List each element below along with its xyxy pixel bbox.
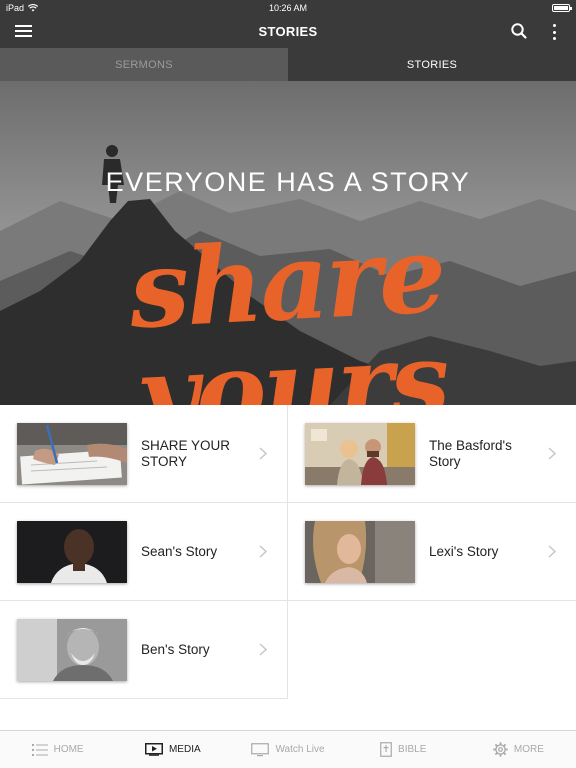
lexi-portrait-thumbnail xyxy=(305,521,415,583)
bible-icon xyxy=(380,742,392,757)
status-time: 10:26 AM xyxy=(268,3,308,13)
search-icon[interactable] xyxy=(510,22,528,40)
chevron-right-icon xyxy=(548,545,556,558)
list-item-label: The Basford's Story xyxy=(429,438,512,469)
writing-hand-thumbnail xyxy=(17,423,127,485)
list-item-lexis-story[interactable]: Lexi's Story xyxy=(288,503,576,601)
chevron-right-icon xyxy=(548,447,556,460)
list-item-label: Sean's Story xyxy=(141,544,218,559)
navigation-bar: STORIES xyxy=(0,16,576,48)
page-title: STORIES xyxy=(258,24,318,39)
chevron-right-icon xyxy=(259,447,267,460)
chevron-right-icon xyxy=(259,545,267,558)
tab-more[interactable]: MORE xyxy=(461,731,576,768)
battery-icon xyxy=(552,4,572,12)
status-bar: iPad 10:26 AM xyxy=(0,0,576,16)
list-item-label: Lexi's Story xyxy=(429,544,499,559)
bottom-tab-bar: HOME MEDIA Watch Live BIBLE MORE xyxy=(0,730,576,768)
media-icon xyxy=(144,743,163,756)
tab-stories[interactable]: STORIES xyxy=(288,48,576,81)
tab-bible-label: BIBLE xyxy=(398,744,427,755)
list-item-label: Ben's Story xyxy=(141,642,210,657)
tab-media-label: MEDIA xyxy=(168,744,201,755)
couple-thumbnail xyxy=(305,423,415,485)
chevron-right-icon xyxy=(259,643,267,656)
gear-icon xyxy=(493,742,508,757)
tab-watch-live[interactable]: Watch Live xyxy=(230,731,345,768)
list-icon xyxy=(31,743,48,756)
tab-more-label: MORE xyxy=(513,744,544,755)
tab-bible[interactable]: BIBLE xyxy=(346,731,461,768)
segment-tabs: SERMONS STORIES xyxy=(0,48,576,81)
ben-portrait-thumbnail xyxy=(17,619,127,681)
sean-portrait-thumbnail xyxy=(17,521,127,583)
hero-headline: EVERYONE HAS A STORY xyxy=(105,167,471,197)
list-item-bens-story[interactable]: Ben's Story xyxy=(0,601,288,699)
tab-sermons[interactable]: SERMONS xyxy=(0,48,288,81)
list-item-share-your-story[interactable]: SHARE YOUR STORY xyxy=(0,405,288,503)
list-item-label: SHARE YOUR STORY xyxy=(141,438,231,469)
list-item-seans-story[interactable]: Sean's Story xyxy=(0,503,288,601)
list-item-basfords-story[interactable]: The Basford's Story xyxy=(288,405,576,503)
tab-home-label: HOME xyxy=(53,744,84,755)
more-vertical-icon[interactable] xyxy=(550,22,558,42)
hero-script-text: share yours xyxy=(126,210,450,405)
tab-watch-live-label: Watch Live xyxy=(275,744,325,755)
monitor-icon xyxy=(251,742,270,756)
hero-banner: EVERYONE HAS A STORY share yours xyxy=(0,81,576,405)
tab-home[interactable]: HOME xyxy=(0,731,115,768)
tab-media[interactable]: MEDIA xyxy=(115,731,230,768)
